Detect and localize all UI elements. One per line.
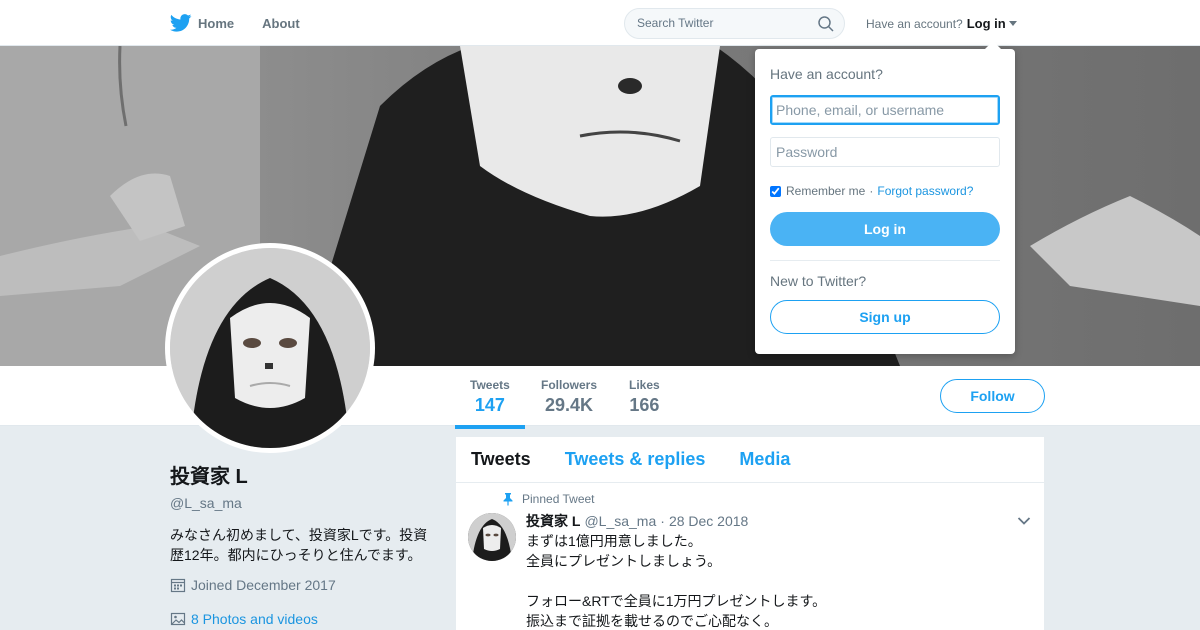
- separator-dot: ·: [869, 184, 874, 198]
- stat-label: Tweets: [470, 378, 510, 392]
- search-input[interactable]: [637, 16, 807, 30]
- tweet-line: [526, 571, 1006, 591]
- login-link[interactable]: Log in: [967, 16, 1006, 31]
- stat-followers[interactable]: Followers 29.4K: [541, 378, 597, 416]
- tweet-line: 振込まで証拠を載せるのでご心配なく。: [526, 613, 778, 629]
- photos-videos-link[interactable]: 8 Photos and videos: [170, 611, 440, 627]
- login-button[interactable]: Log in: [770, 212, 1000, 246]
- stat-tweets[interactable]: Tweets 147: [455, 378, 525, 429]
- nav-left: Home About: [170, 0, 328, 46]
- chevron-down-icon[interactable]: [1017, 516, 1031, 526]
- image-icon: [170, 612, 186, 626]
- search-box[interactable]: [624, 8, 845, 39]
- forgot-password-link[interactable]: Forgot password?: [877, 184, 973, 198]
- account-area: Have an account? Log in: [866, 16, 1017, 31]
- username-field[interactable]: [770, 95, 1000, 125]
- stat-value: 166: [629, 395, 660, 415]
- signup-button[interactable]: Sign up: [770, 300, 1000, 334]
- avatar: [170, 248, 370, 448]
- pin-icon: [503, 493, 513, 506]
- avatar-photo: [170, 248, 370, 448]
- calendar-icon: [170, 578, 186, 593]
- joined-text: Joined December 2017: [191, 577, 336, 593]
- stat-value: 147: [474, 395, 505, 415]
- tab-tweets-replies[interactable]: Tweets & replies: [565, 449, 706, 470]
- remember-row: Remember me · Forgot password?: [770, 184, 973, 198]
- tweet-date[interactable]: 28 Dec 2018: [669, 513, 748, 529]
- have-account-text: Have an account?: [866, 16, 963, 31]
- stat-label: Followers: [541, 378, 598, 392]
- tweet-text: まずは1億円用意しました。 全員にプレゼントしましょう。 フォロー&RTで全員に…: [526, 531, 1006, 630]
- dropdown-title: Have an account?: [770, 66, 883, 82]
- twitter-bird-icon: [170, 14, 192, 32]
- about-nav-link[interactable]: About: [262, 16, 300, 31]
- tweet-avatar-photo: [468, 513, 516, 561]
- pinned-text: Pinned Tweet: [522, 492, 595, 506]
- profile-avatar[interactable]: [165, 243, 375, 453]
- profile-card: 投資家 L @L_sa_ma みなさん初めまして、投資家Lです。投資歴12年。都…: [170, 460, 440, 627]
- tweet-avatar[interactable]: [468, 513, 516, 561]
- tweet-line: フォロー&RTで全員に1万円プレゼントします。: [526, 593, 827, 609]
- top-navigation-bar: Home About Have an account? Log in: [0, 0, 1200, 46]
- profile-bio: みなさん初めまして、投資家Lです。投資歴12年。都内にひっそりと住んでます。: [170, 527, 428, 563]
- tab-media[interactable]: Media: [739, 449, 790, 470]
- tweet-author-name[interactable]: 投資家 L: [526, 511, 580, 531]
- pinned-label: Pinned Tweet: [502, 492, 595, 506]
- stat-likes[interactable]: Likes 166: [629, 378, 660, 416]
- stat-label: Likes: [629, 378, 660, 392]
- home-nav-link[interactable]: Home: [170, 14, 234, 32]
- about-label: About: [262, 15, 300, 31]
- timeline: Tweets Tweets & replies Media Pinned Twe…: [456, 437, 1044, 630]
- photos-text: 8 Photos and videos: [191, 611, 318, 627]
- login-dropdown: Have an account? Remember me · Forgot pa…: [755, 41, 1015, 354]
- search-icon[interactable]: [818, 16, 834, 32]
- tweet-header: 投資家 L @L_sa_ma · 28 Dec 2018: [526, 511, 748, 531]
- tweet-line: 全員にプレゼントしましょう。: [526, 553, 722, 569]
- new-to-twitter-text: New to Twitter?: [770, 273, 867, 289]
- remember-me-checkbox[interactable]: [770, 185, 781, 197]
- remember-label: Remember me: [786, 184, 866, 198]
- tweet-line: まずは1億円用意しました。: [526, 533, 702, 549]
- profile-name[interactable]: 投資家 L: [170, 460, 440, 489]
- tab-tweets[interactable]: Tweets: [471, 449, 531, 470]
- divider: [770, 260, 1000, 261]
- timeline-tabs: Tweets Tweets & replies Media: [456, 437, 1044, 483]
- follow-button[interactable]: Follow: [940, 379, 1045, 413]
- caret-down-icon[interactable]: [1008, 21, 1017, 26]
- profile-handle[interactable]: @L_sa_ma: [170, 495, 440, 511]
- home-label: Home: [198, 15, 235, 31]
- tweet-author-handle[interactable]: @L_sa_ma: [584, 513, 656, 529]
- tweet-separator: ·: [660, 513, 665, 529]
- password-field[interactable]: [770, 137, 1000, 167]
- stat-value: 29.4K: [544, 395, 594, 415]
- joined-date: Joined December 2017: [170, 577, 440, 593]
